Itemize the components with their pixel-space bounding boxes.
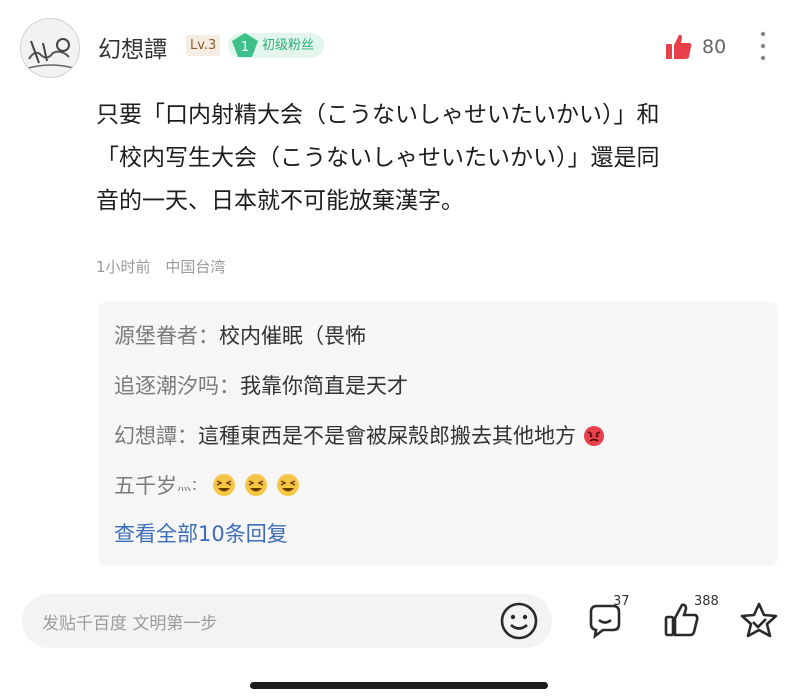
view-all-replies-link[interactable]: 查看全部10条回复 [114, 518, 288, 548]
reply-input-placeholder: 发贴千百度 文明第一步 [42, 614, 218, 634]
reply-item[interactable]: 五千岁 灬： [114, 470, 301, 500]
fan-badge[interactable]: 1 初级粉丝 [228, 33, 325, 58]
comment-line: 只要「口内射精大会（こうないしゃせいたいかい）」和 [96, 102, 660, 128]
fan-badge-label: 初级粉丝 [262, 38, 315, 53]
comment-count-button[interactable]: 37 [585, 594, 630, 644]
reply-author[interactable]: 幻想譚： [114, 420, 198, 450]
comment-header: 幻想譚 Lv.3 1 初级粉丝 80 [16, 14, 786, 82]
reply-author[interactable]: 五千岁 [114, 470, 177, 500]
post-like-button[interactable]: 388 [662, 594, 719, 644]
reply-author[interactable]: 源堡眷者： [114, 320, 219, 350]
reply-text: 我靠你简直是天才 [240, 374, 408, 398]
fan-badge-number: 1 [241, 40, 249, 55]
reply-box[interactable]: 源堡眷者： 校内催眠（畏怖 追逐潮汐吗： 我靠你简直是天才 幻想譚： 這種東西是… [98, 302, 778, 566]
more-vertical-icon[interactable] [760, 30, 766, 62]
thumbs-up-icon [666, 34, 692, 59]
comment-location: 中国台湾 [165, 258, 226, 276]
comment-time: 1小时前 [96, 258, 151, 276]
laughing-face-emoji-icon [245, 474, 267, 496]
laughing-face-emoji-icon [213, 474, 235, 496]
avatar[interactable] [20, 18, 80, 78]
reply-input[interactable]: 发贴千百度 文明第一步 [22, 594, 552, 648]
angry-face-emoji-icon [584, 426, 604, 446]
reply-text: 校内催眠（畏怖 [219, 324, 366, 348]
avatar-sketch-icon [21, 19, 79, 77]
gem-icon: 1 [232, 33, 258, 57]
reply-text: 這種東西是不是會被屎殼郎搬去其他地方 [198, 424, 576, 448]
reply-author-suffix: 灬： [177, 478, 205, 494]
reply-item[interactable]: 源堡眷者： 校内催眠（畏怖 [114, 320, 366, 350]
comment-line: 音的一天、日本就不可能放棄漢字。 [96, 188, 464, 214]
comment-like-button[interactable]: 80 [664, 32, 726, 62]
comment-text: 只要「口内射精大会（こうないしゃせいたいかい）」和 「校内写生大会（こうないしゃ… [96, 94, 776, 223]
comment-count: 37 [613, 594, 630, 609]
comment-meta: 1小时前 中国台湾 [96, 256, 235, 277]
comment-line: 「校内写生大会（こうないしゃせいたいかい）」還是同 [96, 145, 660, 171]
reply-item[interactable]: 追逐潮汐吗： 我靠你简直是天才 [114, 370, 408, 400]
star-icon[interactable] [738, 600, 780, 640]
post-like-count: 388 [694, 594, 719, 609]
laughing-face-emoji-icon [277, 474, 299, 496]
like-count: 80 [702, 36, 727, 58]
reply-author[interactable]: 追逐潮汐吗： [114, 370, 240, 400]
level-badge: Lv.3 [186, 35, 221, 56]
bottom-bar: 发贴千百度 文明第一步 37 388 [0, 590, 800, 660]
reply-item[interactable]: 幻想譚： 這種東西是不是會被屎殼郎搬去其他地方 [114, 420, 606, 450]
emoji-picker-icon[interactable] [499, 601, 539, 641]
username[interactable]: 幻想譚 [98, 30, 167, 64]
home-indicator[interactable] [250, 682, 548, 689]
